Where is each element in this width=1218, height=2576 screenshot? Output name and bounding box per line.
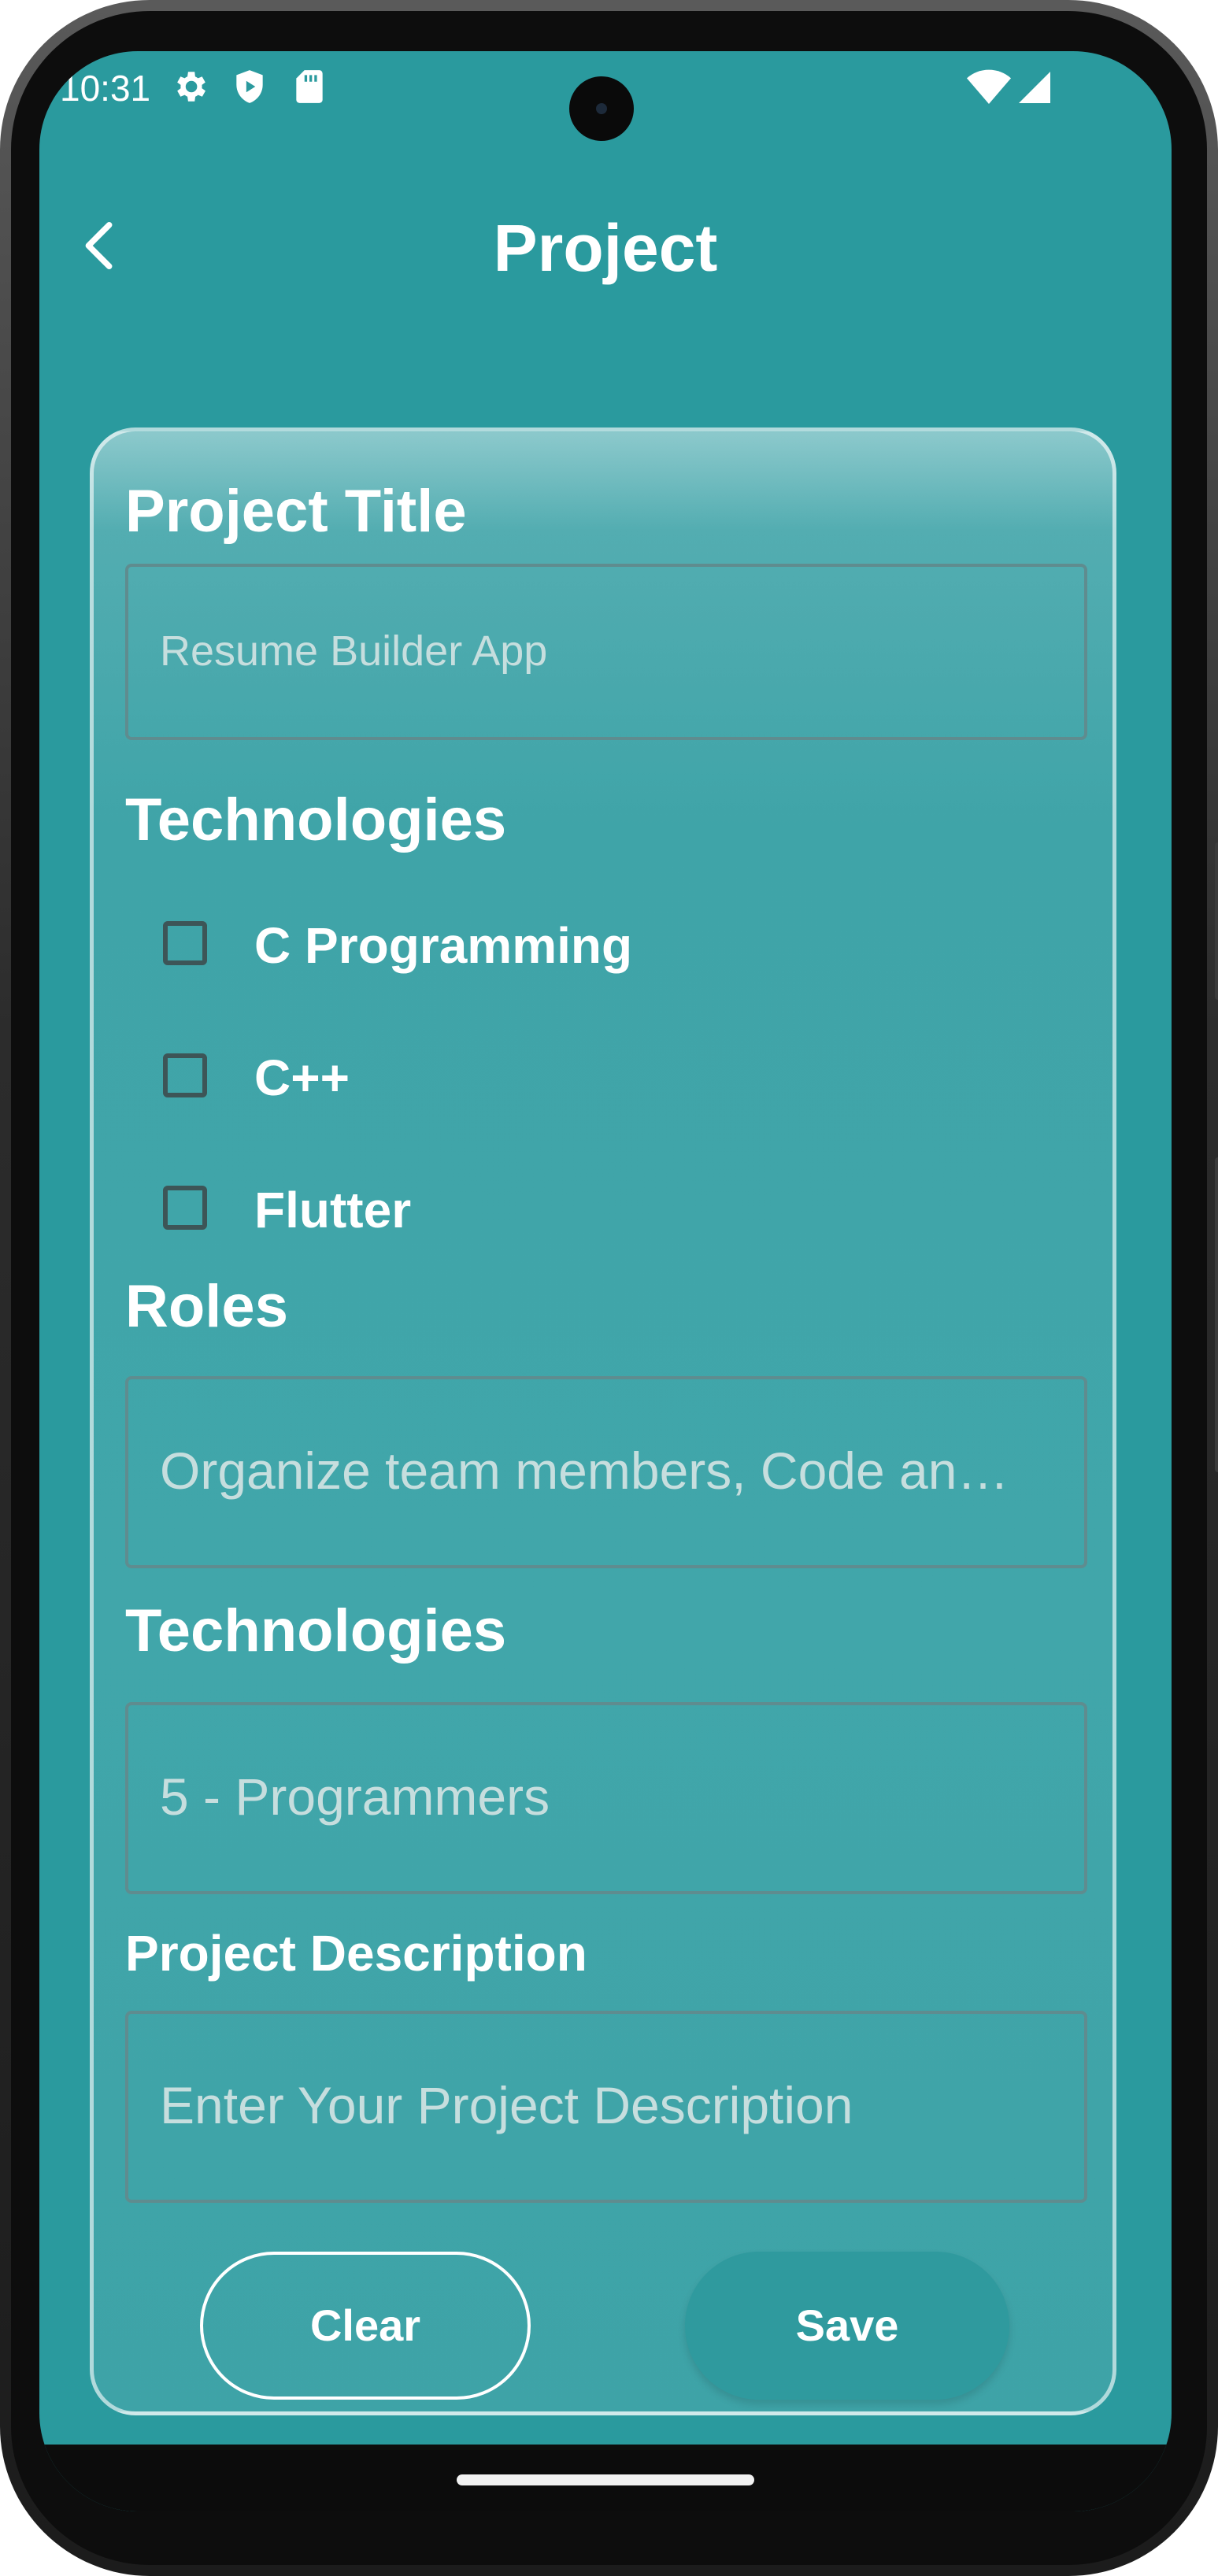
wifi-icon [967, 69, 1011, 104]
signal-icon [1019, 72, 1050, 103]
project-title-input[interactable]: Resume Builder App [125, 564, 1087, 740]
settings-icon [177, 72, 205, 102]
project-description-placeholder: Enter Your Project Description [160, 2076, 853, 2134]
project-title-label: Project Title [125, 478, 467, 545]
screen: 10:31 Project Project Title Resume Build… [39, 51, 1172, 2511]
phone-frame: 10:31 Project Project Title Resume Build… [0, 0, 1218, 2576]
navigation-bar [39, 2445, 1172, 2511]
sd-card-icon [296, 70, 323, 103]
project-form-card: Project Title Resume Builder App Technol… [90, 427, 1116, 2415]
roles-label: Roles [125, 1273, 288, 1340]
technologies-input[interactable]: 5 - Programmers [125, 1702, 1087, 1894]
power-button [1215, 1157, 1218, 1472]
shield-play-icon [236, 70, 263, 103]
status-time: 10:31 [60, 68, 151, 109]
checkbox[interactable] [163, 921, 207, 965]
checkbox-label: Flutter [254, 1182, 412, 1238]
checkbox-label: C++ [254, 1049, 350, 1106]
checkbox-label: C Programming [254, 917, 633, 974]
roles-input[interactable]: Organize team members, Code an… [125, 1376, 1087, 1568]
technologies-label: Technologies [125, 786, 507, 853]
save-button[interactable]: Save [685, 2252, 1009, 2400]
technologies-value: 5 - Programmers [160, 1767, 550, 1826]
project-description-input[interactable]: Enter Your Project Description [125, 2011, 1087, 2203]
front-camera [569, 76, 634, 141]
project-title-value: Resume Builder App [160, 627, 548, 675]
clear-button[interactable]: Clear [200, 2252, 531, 2400]
technologies-field-label: Technologies [125, 1597, 507, 1664]
volume-button [1215, 842, 1218, 1000]
checkbox[interactable] [163, 1053, 207, 1097]
project-description-label: Project Description [125, 1925, 587, 1982]
roles-value: Organize team members, Code an… [160, 1442, 1009, 1500]
app-bar: Project [39, 169, 1172, 327]
checkbox[interactable] [163, 1186, 207, 1230]
page-title: Project [493, 211, 718, 285]
home-gesture-handle[interactable] [457, 2474, 754, 2485]
